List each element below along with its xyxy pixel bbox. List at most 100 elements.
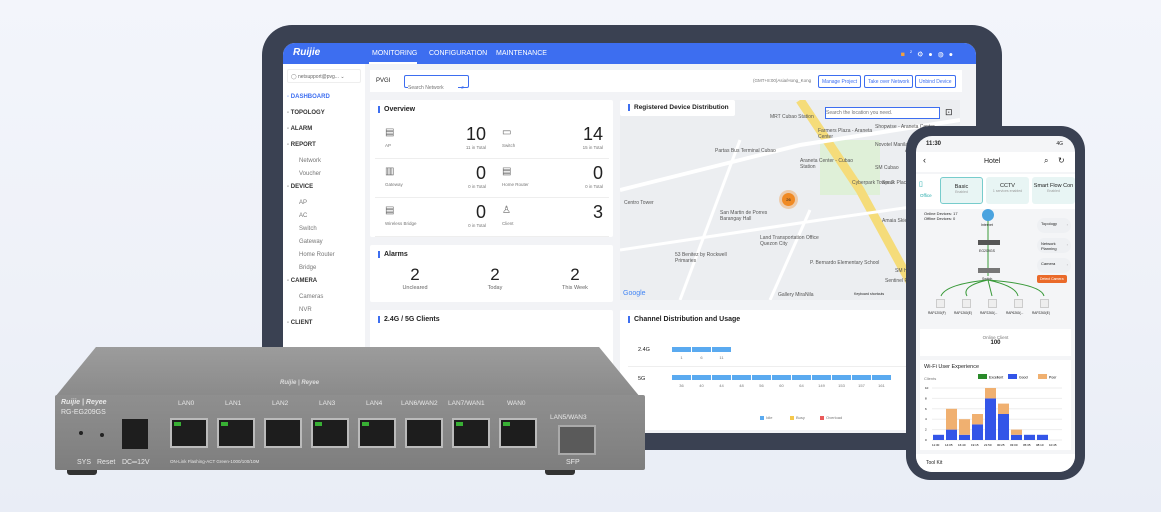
ap-icon[interactable] [1014,299,1023,308]
search-icon[interactable]: ⌕ [461,85,464,91]
sidebar-item-ac[interactable]: AC [299,213,307,219]
back-icon[interactable]: ‹ [923,155,926,165]
action-network-planning[interactable]: Network Planning › [1037,238,1071,253]
overview-switch[interactable]: ▭ Switch 14 15 in Total [492,120,609,159]
overview-home-router[interactable]: ▤ Home Router 0 0 in Total [492,159,609,198]
overview-value: 0 [592,163,603,183]
ap-icon[interactable] [936,299,945,308]
project-select[interactable]: PVGI [376,78,390,84]
service-card[interactable]: CCTV 1 services enabled [986,177,1029,204]
channel-bar[interactable] [812,375,831,380]
alarm-this-week[interactable]: 2 This Week [540,265,610,291]
overview-wireless-bridge[interactable]: ▤ Wireless Bridge 0 0 in Total [375,198,492,237]
channel-label: 40 [699,383,704,388]
channel-bar[interactable] [732,375,751,380]
ethernet-port-lan1[interactable] [217,418,255,448]
alarm-count: 2 [410,265,420,284]
location-search-input[interactable] [825,107,940,119]
header-icons[interactable]: ■2⚙●◍● [901,49,958,58]
reset-button[interactable] [100,433,104,437]
sfp-port[interactable] [558,425,596,455]
legend-overload: Overload [826,415,843,420]
network-search-input[interactable] [408,85,458,91]
overview-gateway[interactable]: ▥ Gateway 0 0 in Total [375,159,492,198]
sidebar-item-nvr[interactable]: NVR [299,307,312,313]
device-cluster-marker[interactable]: 26 [782,193,795,206]
settings-icon[interactable]: ⚙ [917,51,928,58]
language-icon[interactable]: ◍ [938,51,949,58]
service-card[interactable]: Smart Flow Con Enabled [1032,177,1075,204]
channel-bar[interactable] [692,347,711,352]
action-topology[interactable]: Topology › [1037,218,1071,233]
ethernet-port-lan4[interactable] [358,418,396,448]
wifi-chart: Excellent Good Poor 0 2 4 6 8 10 11:30 14:05 16:40 1… [925,374,1062,447]
ethernet-port-lan6-wan2[interactable] [405,418,443,448]
nav-configuration[interactable]: CONFIGURATION [429,50,487,57]
unbind-device-button[interactable]: Unbind Device [915,75,956,88]
sidebar-item-cameras[interactable]: Cameras [299,294,323,300]
detect-camera-button[interactable]: Detect Camera [1037,275,1067,283]
sidebar-item-dashboard[interactable]: ◦ DASHBOARD [287,94,330,100]
sidebar-label: CLIENT [290,320,313,326]
overview-title: Overview [378,106,415,113]
channel-bar[interactable] [712,375,731,380]
ethernet-port-lan0[interactable] [170,418,208,448]
channel-bar[interactable] [752,375,771,380]
channel-bar[interactable] [792,375,811,380]
channel-bar[interactable] [772,375,791,380]
ethernet-port-wan0[interactable] [499,418,537,448]
service-card[interactable]: Basic Enabled [940,177,983,204]
ethernet-port-lan2[interactable] [264,418,302,448]
sidebar-item-switch[interactable]: Switch [299,226,317,232]
help-icon[interactable]: ● [928,51,937,58]
manage-project-button[interactable]: Manage Project [818,75,862,88]
sidebar-item-bridge[interactable]: Bridge [299,265,316,271]
side-tab-office[interactable]: Office [920,193,932,198]
nav-maintenance[interactable]: MAINTENANCE [496,50,547,57]
channel-bar[interactable] [712,347,731,352]
overview-client[interactable]: ♙ Client 3 [492,198,609,237]
sidebar-item-ap[interactable]: AP [299,200,307,206]
fullscreen-icon[interactable]: ⊡ [945,107,953,118]
legend-swatch [760,416,764,420]
notification-icon[interactable]: ■ [901,51,910,58]
search-icon[interactable]: ⌕ [1044,156,1048,166]
channel-bar[interactable] [692,375,711,380]
ap-icon[interactable] [988,299,997,308]
toolkit-label[interactable]: Tool Kit [926,460,942,466]
sidebar-item-report[interactable]: ◦ REPORT [287,142,316,148]
ethernet-port-lan3[interactable] [311,418,349,448]
channel-bar[interactable] [672,347,691,352]
alarm-today[interactable]: 2 Today [460,265,530,291]
overview-label: Gateway [385,182,403,187]
overview-ap[interactable]: ▤ AP 10 11 in Total [375,120,492,159]
take-over-network-button[interactable]: Take over Network [864,75,914,88]
sidebar-item-gateway[interactable]: Gateway [299,239,323,245]
overview-total: 15 in Total [582,145,603,150]
sidebar-item-alarm[interactable]: ◦ ALARM [287,126,312,132]
ap-icon[interactable] [1040,299,1049,308]
overview-total: 0 in Total [468,184,486,189]
ethernet-port-lan7-wan1[interactable] [452,418,490,448]
channel-bar[interactable] [872,375,891,380]
sidebar-item-voucher[interactable]: Voucher [299,171,321,177]
x-tick: 19:15 [971,443,979,447]
sidebar-item-camera[interactable]: ◦ CAMERA [287,278,317,284]
sidebar-item-client[interactable]: ◦ CLIENT [287,320,312,326]
channel-bar[interactable] [672,375,691,380]
channel-bar[interactable] [852,375,871,380]
sidebar-item-device[interactable]: ◦ DEVICE [287,184,313,190]
refresh-icon[interactable]: ↻ [1058,156,1065,165]
map-label: Gallery MiraNila [778,292,814,298]
account-selector[interactable]: ◯ netsupport@pvg... ⌄ [287,69,361,83]
sidebar-item-topology[interactable]: ◦ TOPOLOGY [287,110,325,116]
ap-icon[interactable] [962,299,971,308]
sidebar-item-home-router[interactable]: Home Router [299,252,335,258]
channel-bar[interactable] [832,375,851,380]
action-camera[interactable]: Camera › [1037,258,1071,273]
sidebar-item-network[interactable]: Network [299,158,321,164]
map-label: Partas Bus Terminal Cubao [715,148,776,154]
nav-monitoring[interactable]: MONITORING [372,50,417,57]
alarm-uncleared[interactable]: 2 Uncleared [380,265,450,291]
user-icon[interactable]: ● [949,51,958,58]
